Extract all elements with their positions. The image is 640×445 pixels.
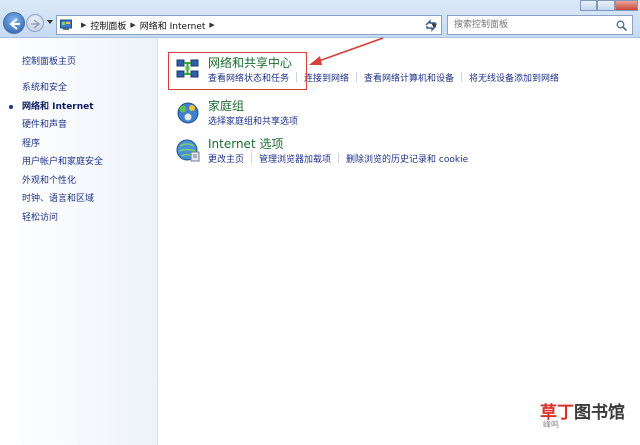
refresh-button[interactable] [420,15,442,35]
main-content: 网络和共享中心 查看网络状态和任务 连接到网络 查看网络计算机和设备 将无线设备… [159,38,640,445]
back-button[interactable] [3,12,25,34]
nav-item-system-security[interactable]: 系统和安全 [22,82,103,101]
link-manage-addons[interactable]: 管理浏览器加载项 [259,152,331,165]
nav-item-user-accounts[interactable]: 用户帐户和家庭安全 [22,156,103,175]
link-connect-to-network[interactable]: 连接到网络 [304,71,349,84]
category-title-homegroup[interactable]: 家庭组 [208,97,244,114]
category-list: 系统和安全 网络和 Internet 硬件和声音 程序 用户帐户和家庭安全 外观… [8,82,103,231]
nav-item-programs[interactable]: 程序 [22,138,103,157]
left-navigation-pane: 控制面板主页 系统和安全 网络和 Internet 硬件和声音 程序 用户帐户和… [0,38,158,445]
close-button[interactable] [614,0,638,11]
control-panel-home-link[interactable]: 控制面板主页 [22,54,76,67]
homegroup-icon [177,102,199,124]
link-delete-history-cookies[interactable]: 删除浏览的历史记录和 cookie [346,152,468,165]
window-controls [580,0,638,12]
watermark-subtitle-text: 峰鸣 [543,420,559,429]
breadcrumb-separator-icon: ▶ [209,21,215,29]
category-links-homegroup: 选择家庭组和共享选项 [208,114,298,127]
breadcrumb-separator-icon: ▶ [130,21,136,29]
link-view-network-computers[interactable]: 查看网络计算机和设备 [364,71,454,84]
refresh-icon [425,19,437,32]
link-add-wireless-device[interactable]: 将无线设备添加到网络 [469,71,559,84]
address-bar[interactable]: ▶ 控制面板 ▶ 网络和 Internet ▶ ▼ [56,15,442,35]
search-box[interactable] [447,15,633,35]
link-divider [461,72,463,82]
link-divider [356,72,358,82]
breadcrumb-control-panel[interactable]: 控制面板 [90,19,126,32]
nav-item-ease-of-access[interactable]: 轻松访问 [22,212,103,231]
breadcrumb-separator-icon: ▶ [81,21,87,29]
link-choose-homegroup-options[interactable]: 选择家庭组和共享选项 [208,114,298,127]
search-icon[interactable] [616,20,627,31]
forward-arrow-icon [31,19,41,29]
nav-item-clock-language-region[interactable]: 时钟、语言和区域 [22,193,103,212]
category-links-internet-options: 更改主页 管理浏览器加载项 删除浏览的历史记录和 cookie [208,152,468,165]
recent-pages-dropdown-icon[interactable] [46,18,54,26]
control-panel-icon [60,19,72,30]
internet-options-icon [176,139,200,162]
back-arrow-icon [9,18,20,30]
forward-button[interactable] [26,14,44,32]
title-address-bar: ▶ 控制面板 ▶ 网络和 Internet ▶ ▼ [0,0,640,38]
watermark-subtitle: 峰鸣 [543,419,623,433]
breadcrumb-network-internet[interactable]: 网络和 Internet [140,19,206,32]
nav-item-appearance[interactable]: 外观和个性化 [22,175,103,194]
link-divider [338,153,340,163]
annotation-highlight-box [168,52,307,90]
category-title-internet-options[interactable]: Internet 选项 [208,135,283,152]
link-change-homepage[interactable]: 更改主页 [208,152,244,165]
link-divider [251,153,253,163]
nav-item-hardware-sound[interactable]: 硬件和声音 [22,119,103,138]
nav-item-network-internet[interactable]: 网络和 Internet [8,101,103,120]
maximize-button[interactable] [597,0,615,11]
minimize-button[interactable] [580,0,598,11]
search-input[interactable] [448,16,608,34]
